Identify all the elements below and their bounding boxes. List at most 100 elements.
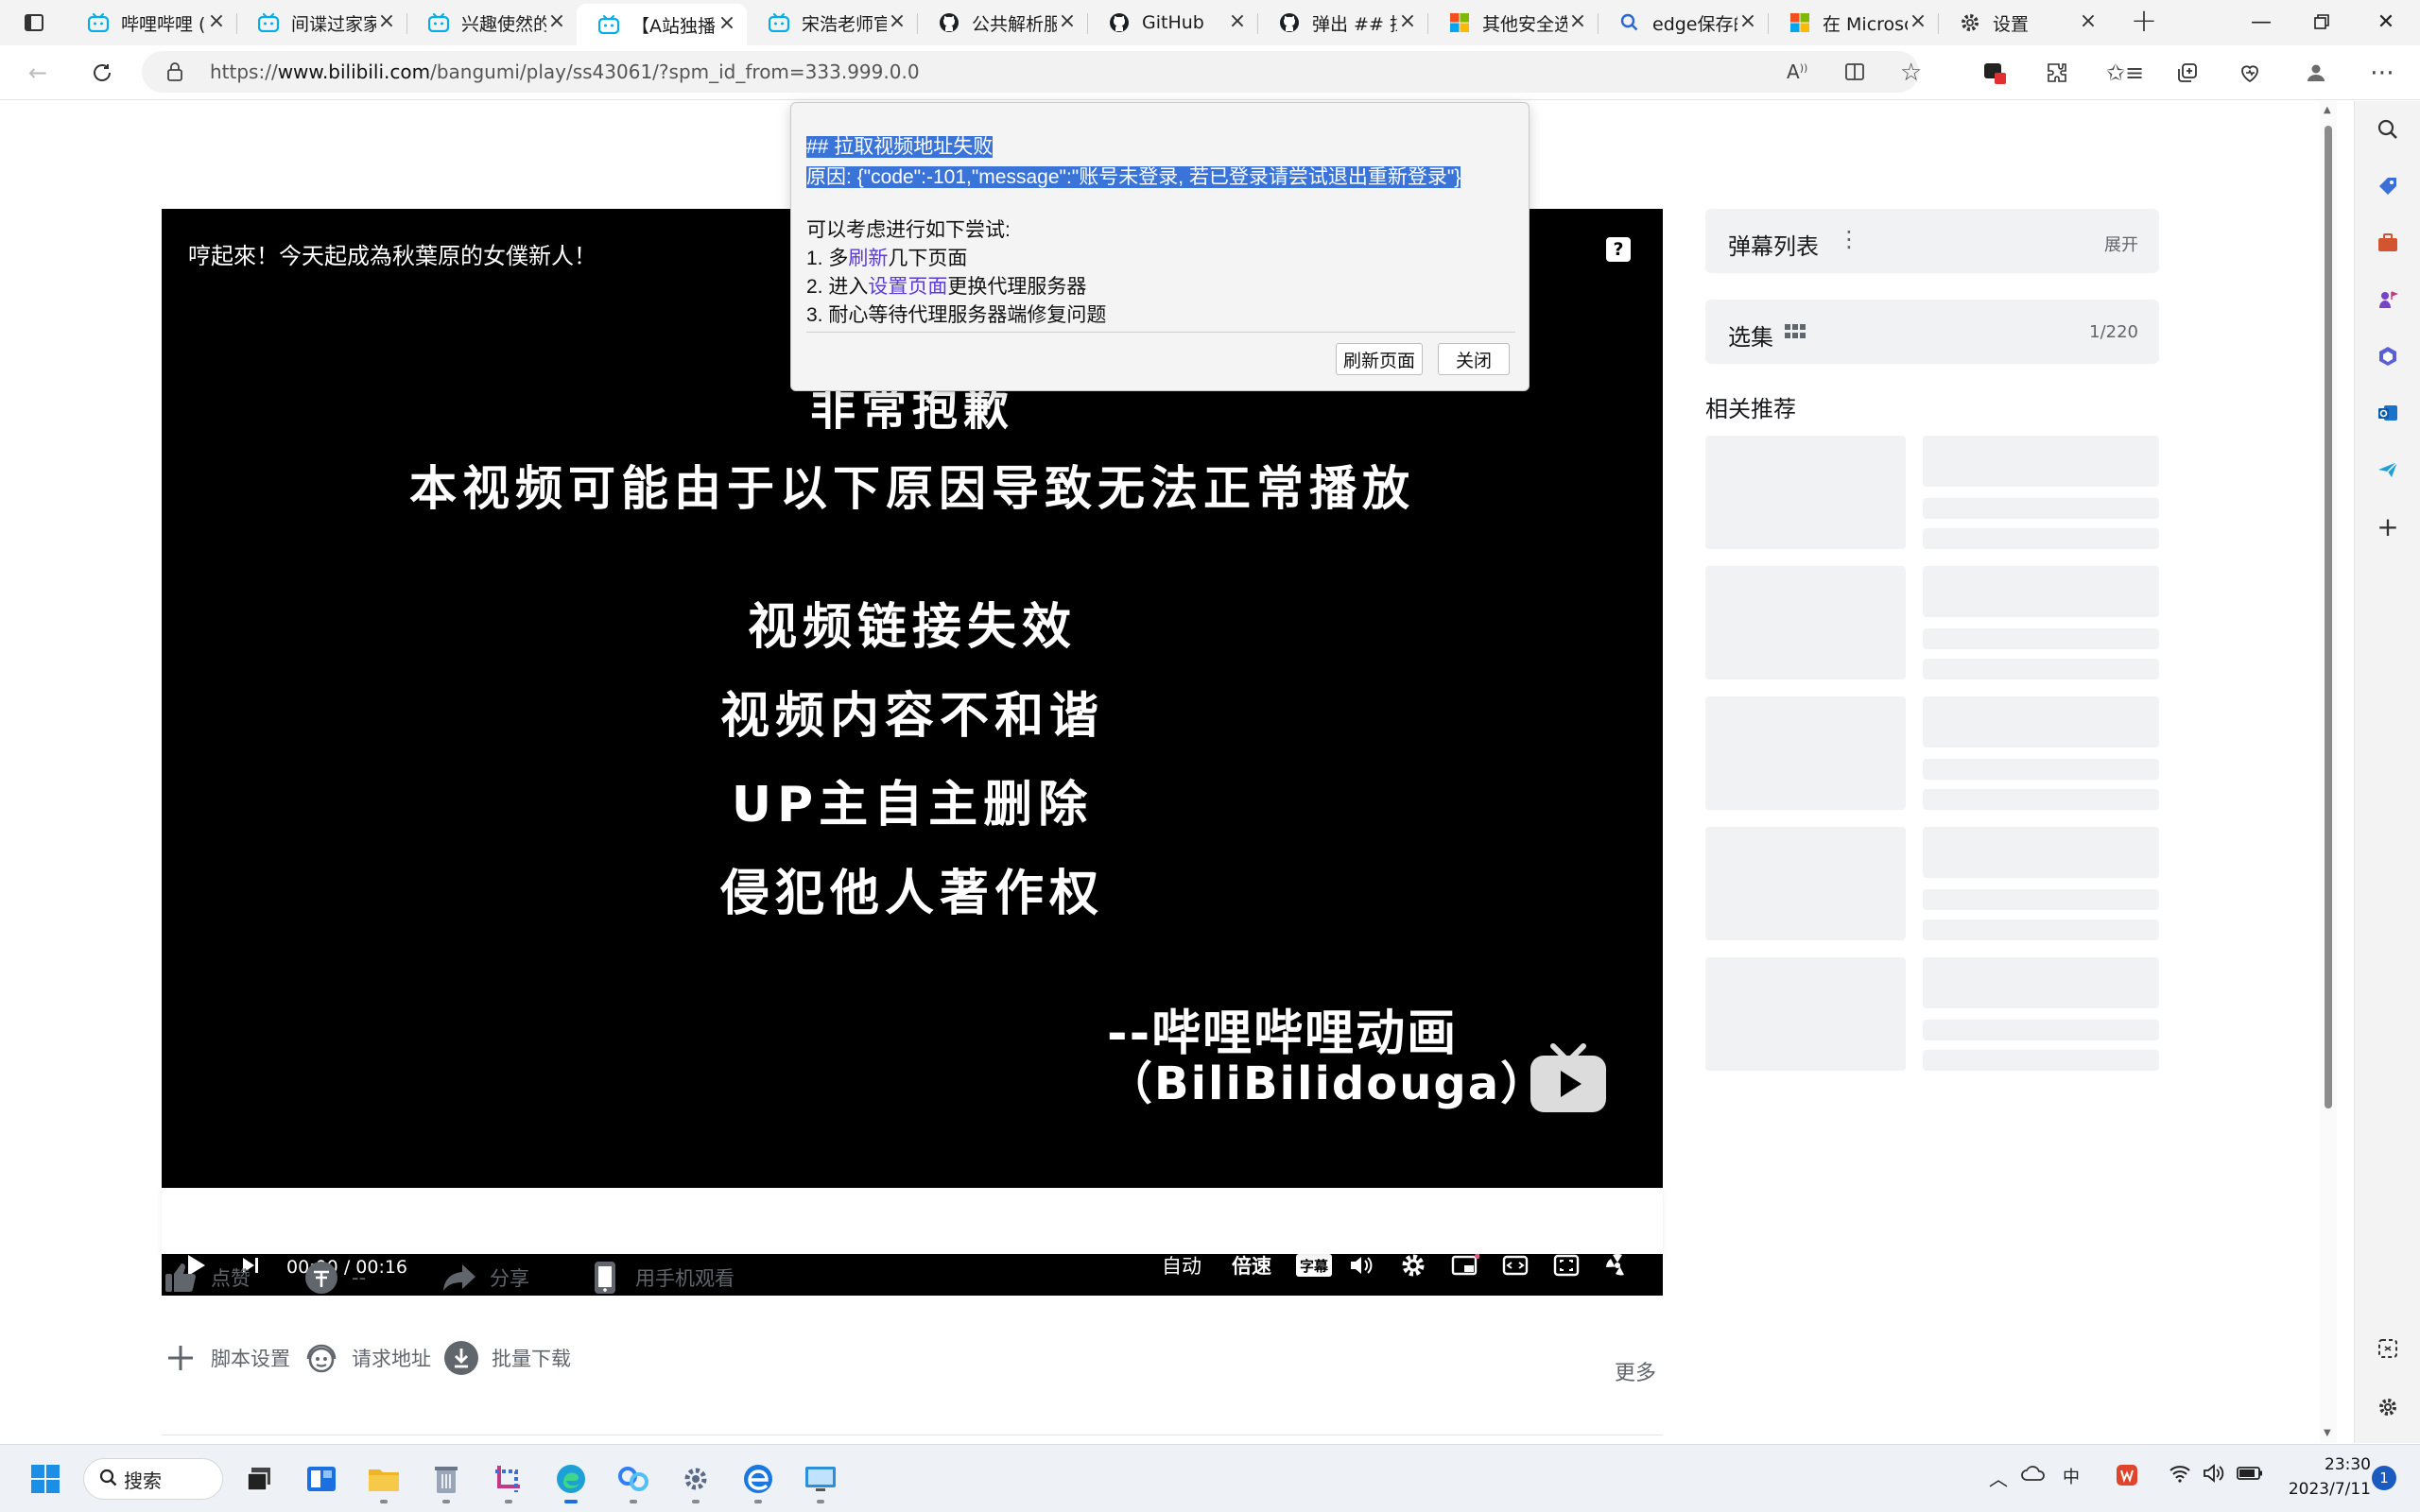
notification-badge[interactable]: 1: [2372, 1466, 2396, 1490]
like-button[interactable]: 点赞: [162, 1259, 251, 1297]
request-url-button[interactable]: 请求地址: [302, 1339, 431, 1377]
close-tab-icon[interactable]: ×: [376, 11, 397, 33]
wifi-icon[interactable]: [2169, 1464, 2191, 1487]
close-tab-icon[interactable]: ×: [546, 11, 567, 33]
skeleton-block: [1923, 628, 2159, 649]
collections-icon[interactable]: [2169, 54, 2206, 92]
more-options-icon[interactable]: ⋯: [2363, 54, 2401, 92]
expand-link[interactable]: 展开: [2104, 232, 2138, 256]
watch-on-mobile-button[interactable]: 用手机观看: [586, 1259, 735, 1297]
sidebar-screenshot-icon[interactable]: [2371, 1332, 2405, 1366]
taskbar-search[interactable]: 搜索: [83, 1458, 223, 1500]
file-explorer-icon[interactable]: [363, 1458, 405, 1503]
close-tab-icon[interactable]: ×: [1397, 11, 1418, 33]
video-message-line: 侵犯他人著作权: [719, 866, 1104, 922]
ie-edge-legacy-icon[interactable]: [737, 1458, 779, 1503]
show-hidden-icons-icon[interactable]: ︿: [1989, 1464, 2008, 1491]
episodes-panel[interactable]: 选集 1/220: [1705, 300, 2159, 364]
close-tab-icon[interactable]: ×: [2078, 11, 2099, 33]
coin-button[interactable]: --: [302, 1259, 366, 1297]
input-method-icon[interactable]: 中: [2063, 1464, 2080, 1488]
speaker-icon[interactable]: [2203, 1464, 2225, 1487]
back-button[interactable]: ←: [19, 54, 57, 92]
sidebar-shopping-icon[interactable]: [2371, 169, 2405, 203]
tab[interactable]: 在 Microso ×: [1768, 4, 1938, 42]
tab[interactable]: 其他安全选 ×: [1427, 4, 1598, 42]
kebab-menu-icon[interactable]: ⋮: [1838, 226, 1860, 252]
tab-actions-icon[interactable]: [11, 6, 57, 40]
sidebar-outlook-icon[interactable]: [2371, 396, 2405, 430]
close-dialog-button[interactable]: 关闭: [1438, 343, 1510, 375]
more-link[interactable]: 更多: [1615, 1356, 1656, 1386]
system-clock[interactable]: 23:30 2023/7/11: [2276, 1452, 2371, 1502]
page-scrollbar[interactable]: ▲ ▼: [2320, 101, 2337, 1443]
favorites-list-icon[interactable]: ✩≡: [2106, 54, 2144, 92]
onedrive-icon[interactable]: [2021, 1464, 2046, 1486]
profile-avatar-icon[interactable]: [2297, 54, 2335, 92]
tab[interactable]: 设置 ×: [1938, 4, 2108, 42]
address-bar[interactable]: https://www.bilibili.com/bangumi/play/ss…: [142, 51, 1922, 93]
refresh-page-button[interactable]: 刷新页面: [1336, 343, 1423, 375]
scroll-up-arrow-icon[interactable]: ▲: [2324, 105, 2331, 115]
baidu-netdisk-icon[interactable]: [613, 1458, 654, 1503]
tab[interactable]: GitHub ×: [1087, 4, 1257, 42]
extensions-puzzle-icon[interactable]: [2038, 54, 2076, 92]
recycle-app-icon[interactable]: [425, 1458, 467, 1503]
tab[interactable]: edge保存的×: [1598, 4, 1768, 42]
edge-browser-icon[interactable]: [550, 1458, 592, 1503]
batch-download-button[interactable]: 批量下载: [442, 1339, 571, 1377]
help-icon[interactable]: ?: [1606, 237, 1631, 262]
sidebar-m365-icon[interactable]: [2371, 339, 2405, 373]
tab[interactable]: 【A站独播 ×: [577, 4, 747, 45]
sidebar-tools-icon[interactable]: [2371, 226, 2405, 260]
tab[interactable]: 兴趣使然的 ×: [406, 4, 577, 42]
tab[interactable]: 间谍过家家 ×: [236, 4, 406, 42]
favorite-star-icon[interactable]: ☆: [1900, 59, 1922, 87]
close-tab-icon[interactable]: ×: [1567, 11, 1588, 33]
minimize-button[interactable]: —: [2227, 0, 2295, 43]
refresh-button[interactable]: [83, 54, 121, 92]
sidebar-settings-gear-icon[interactable]: [2371, 1390, 2405, 1424]
scrollbar-thumb[interactable]: [2325, 126, 2332, 1108]
tab[interactable]: 宋浩老师官 ×: [747, 4, 917, 42]
sidebar-games-icon[interactable]: [2371, 283, 2405, 317]
script-settings-button[interactable]: 脚本设置: [162, 1339, 290, 1377]
close-tab-icon[interactable]: ×: [717, 13, 737, 35]
grid-icon[interactable]: [1785, 324, 1806, 343]
browser-essentials-icon[interactable]: [2231, 54, 2269, 92]
tab[interactable]: 哔哩哔哩 (×: [66, 4, 236, 42]
new-tab-button[interactable]: +: [2127, 5, 2161, 40]
share-button[interactable]: 分享: [441, 1259, 529, 1297]
settings-page-link[interactable]: 设置页面: [868, 276, 947, 298]
close-tab-icon[interactable]: ×: [1908, 11, 1928, 33]
battery-icon[interactable]: [2237, 1464, 2263, 1486]
close-tab-icon[interactable]: ×: [1737, 11, 1758, 33]
close-tab-icon[interactable]: ×: [1057, 11, 1078, 33]
tab[interactable]: 弹出 ## 拉×: [1257, 4, 1427, 42]
snipping-tool-icon[interactable]: [488, 1458, 529, 1503]
remote-desktop-icon[interactable]: [800, 1458, 841, 1503]
task-view-icon[interactable]: [238, 1458, 280, 1500]
lock-icon[interactable]: [166, 62, 183, 85]
extension-badge-icon[interactable]: [1976, 54, 2014, 92]
danmaku-list-panel[interactable]: 弹幕列表 ⋮ 展开: [1705, 209, 2159, 273]
close-tab-icon[interactable]: ×: [1227, 11, 1248, 33]
wps-icon[interactable]: [2116, 1464, 2138, 1491]
windows-start-icon[interactable]: [25, 1458, 66, 1500]
close-window-button[interactable]: ✕: [2352, 0, 2420, 43]
tab[interactable]: 公共解析服 ×: [917, 4, 1087, 42]
close-tab-icon[interactable]: ×: [887, 11, 908, 33]
read-aloud-icon[interactable]: A)): [1787, 60, 1807, 83]
subtitle-button[interactable]: 字幕: [1296, 1254, 1333, 1277]
restore-button[interactable]: [2288, 0, 2356, 43]
sidebar-add-icon[interactable]: +: [2371, 509, 2405, 543]
scroll-down-arrow-icon[interactable]: ▼: [2324, 1428, 2331, 1438]
sidebar-search-icon[interactable]: [2371, 112, 2405, 146]
close-tab-icon[interactable]: ×: [206, 11, 227, 33]
settings-app-icon[interactable]: [675, 1458, 717, 1503]
widgets-icon[interactable]: [301, 1458, 342, 1500]
url-text[interactable]: https://www.bilibili.com/bangumi/play/ss…: [210, 60, 920, 83]
refresh-link[interactable]: 刷新: [848, 248, 888, 269]
sidebar-send-icon[interactable]: [2371, 453, 2405, 487]
split-screen-icon[interactable]: [1843, 60, 1866, 87]
